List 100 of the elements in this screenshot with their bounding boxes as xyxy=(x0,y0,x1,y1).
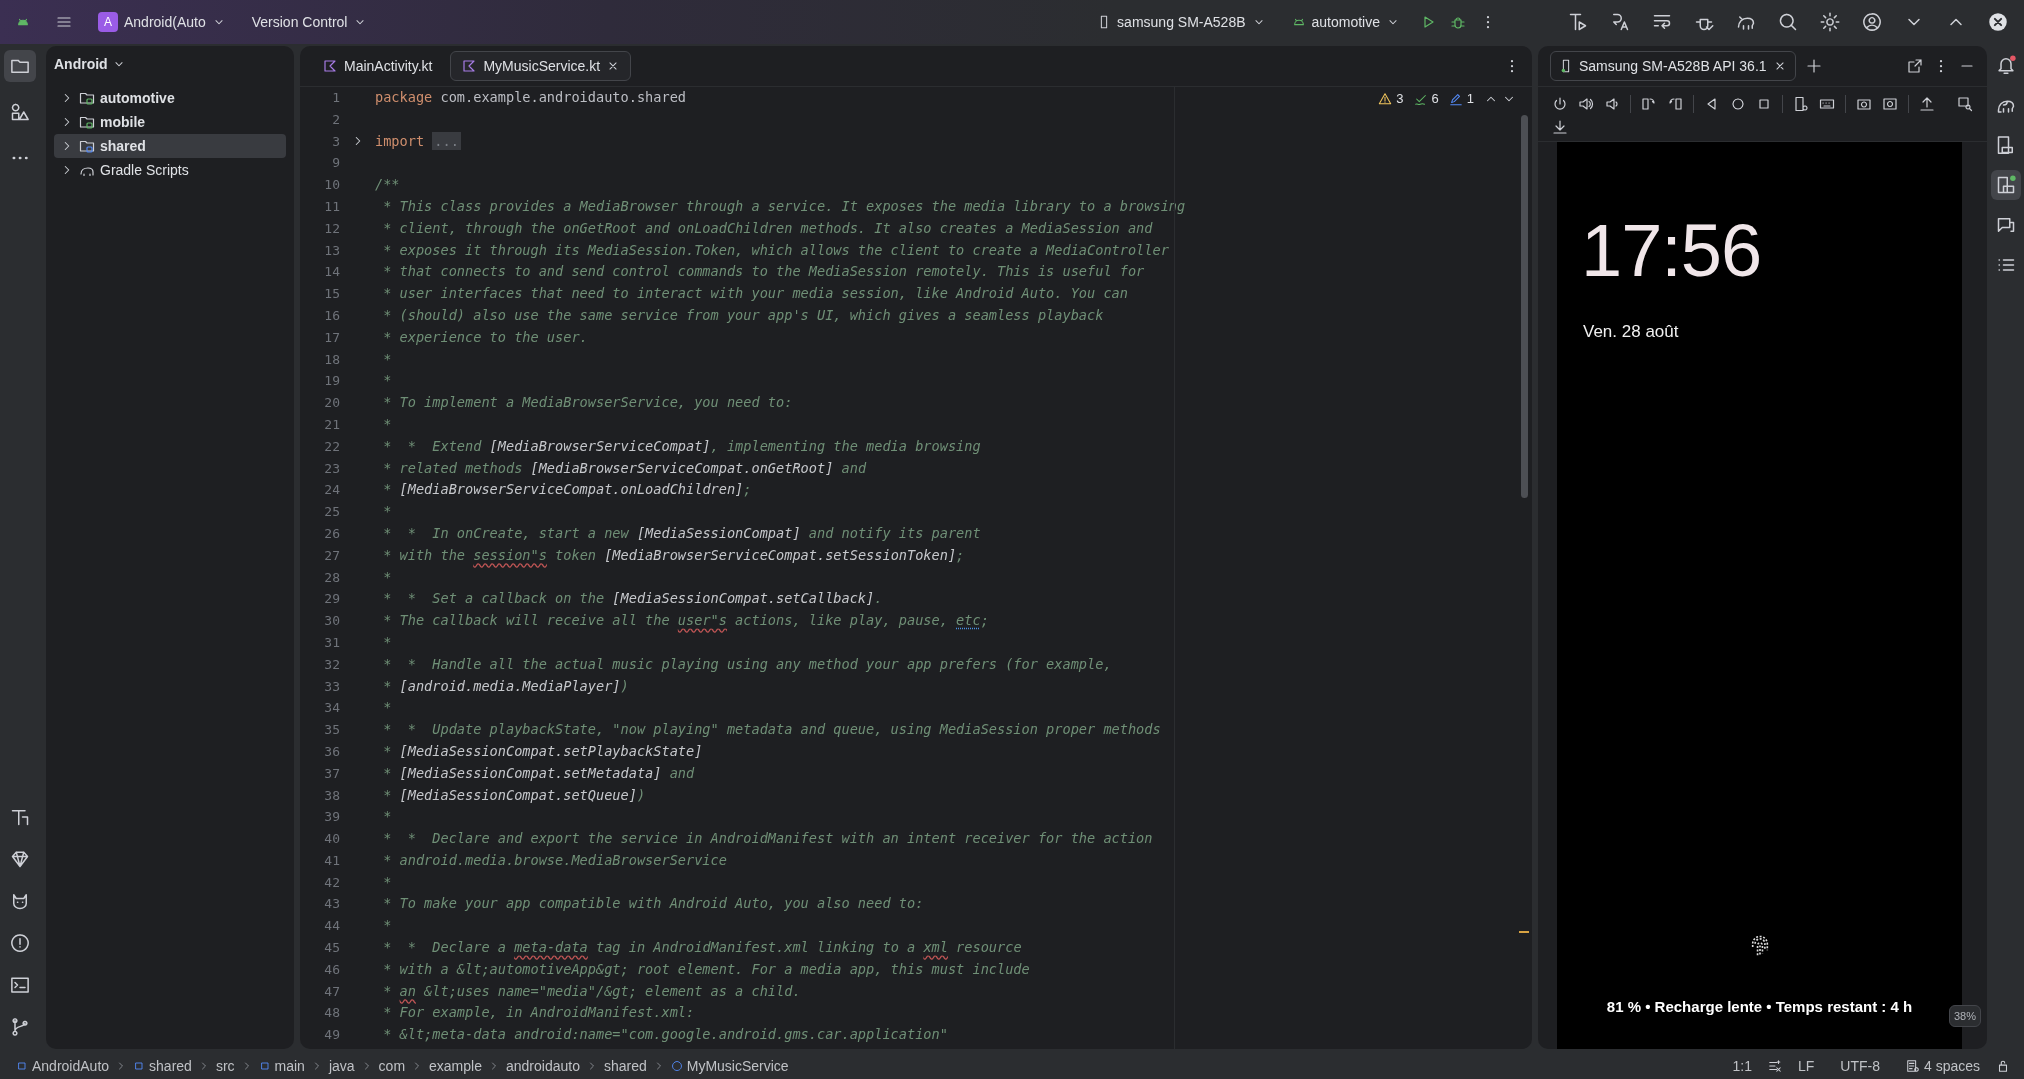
line-number: 43 xyxy=(323,895,340,914)
code-line: * xyxy=(382,567,392,587)
terminal-icon[interactable] xyxy=(10,975,30,995)
tree-item[interactable]: Gradle Scripts xyxy=(54,158,286,182)
line-number: 45 xyxy=(323,939,340,958)
code-line: * [MediaSessionCompat.setMetadata] and xyxy=(382,763,695,783)
download-icon[interactable] xyxy=(1552,119,1568,135)
camera-icon[interactable] xyxy=(1856,96,1872,112)
lines-icon[interactable] xyxy=(1652,12,1672,32)
breadcrumb[interactable]: example xyxy=(429,1058,482,1074)
power-icon[interactable] xyxy=(1552,96,1568,112)
project-selector[interactable]: A Android(Auto xyxy=(92,8,232,36)
line-number: 29 xyxy=(323,590,340,609)
close-icon[interactable] xyxy=(1988,12,2008,32)
class-icon xyxy=(670,1060,683,1072)
line-number: 24 xyxy=(323,481,340,500)
device-icon xyxy=(1995,135,2016,155)
line-number: 42 xyxy=(323,873,340,892)
cursor-position[interactable]: 1:1 xyxy=(1732,1058,1752,1074)
project-view-selector[interactable]: Android xyxy=(54,54,126,74)
tree-item[interactable]: mobile xyxy=(54,110,286,134)
chat-icon xyxy=(1995,215,2016,235)
rotate-left-icon[interactable] xyxy=(1641,96,1657,112)
keyboard-icon[interactable] xyxy=(1819,96,1835,112)
warning-count: 3 xyxy=(1396,91,1404,106)
settings-icon[interactable] xyxy=(1820,12,1840,32)
code-line: * xyxy=(382,632,392,652)
indent-setting[interactable]: 4 spaces xyxy=(1905,1058,1980,1074)
code-line: * This class provides a MediaBrowser through a service. It exposes the media library to a browsing xyxy=(382,197,1186,216)
breadcrumb[interactable]: java xyxy=(328,1058,355,1074)
lock-icon[interactable] xyxy=(1996,1059,2010,1073)
tree-item[interactable]: automotive xyxy=(54,86,286,110)
line-ending[interactable]: LF xyxy=(1797,1058,1815,1074)
add-icon[interactable] xyxy=(1805,58,1822,74)
line-number: 30 xyxy=(323,612,340,631)
line-number: 16 xyxy=(323,306,340,325)
rotate-right-icon[interactable] xyxy=(1667,96,1683,112)
breadcrumb[interactable]: shared xyxy=(133,1058,192,1074)
upload-icon[interactable] xyxy=(1919,96,1935,112)
device-manager-icon xyxy=(1995,175,2016,195)
folder-tool-button[interactable] xyxy=(4,50,36,82)
code-line: * an &lt;uses name="media"/&gt; element as a child. xyxy=(382,981,801,1001)
scrollbar[interactable] xyxy=(1521,115,1528,498)
folder-icon xyxy=(79,90,95,106)
cat-icon[interactable] xyxy=(10,891,30,911)
line-number: 2 xyxy=(331,110,340,129)
line-number: 32 xyxy=(323,655,340,674)
file-tab[interactable]: MainActivity.kt xyxy=(312,52,443,80)
tree-item-label: shared xyxy=(100,138,146,154)
breadcrumb[interactable]: src xyxy=(215,1058,235,1074)
line-number: 14 xyxy=(323,263,340,282)
external-window-icon[interactable] xyxy=(1907,58,1923,74)
find-icon[interactable] xyxy=(1957,96,1973,112)
gem-icon[interactable] xyxy=(10,849,30,869)
account-icon[interactable] xyxy=(1862,12,1882,32)
device-manager-tool-button[interactable] xyxy=(1990,170,2021,200)
tree-item[interactable]: shared xyxy=(54,134,286,158)
breadcrumb[interactable]: AndroidAuto xyxy=(16,1058,110,1074)
search-icon[interactable] xyxy=(1778,12,1798,32)
line-number: 33 xyxy=(323,677,340,696)
debug-icon[interactable] xyxy=(1450,14,1466,30)
run-configuration-selector[interactable]: automotive xyxy=(1285,10,1406,34)
breadcrumb[interactable]: androidauto xyxy=(505,1058,580,1074)
overview-icon[interactable] xyxy=(1756,96,1772,112)
breadcrumb[interactable]: main xyxy=(258,1058,305,1074)
device-tab[interactable]: Samsung SM-A528B API 36.1 xyxy=(1550,51,1796,81)
code-line: * To make your app compatible with Android Auto, you also need to: xyxy=(382,894,924,914)
pen-icon xyxy=(1448,91,1463,106)
device-settings-icon[interactable] xyxy=(1793,96,1809,112)
alert-icon[interactable] xyxy=(10,933,30,953)
build-icon[interactable] xyxy=(1568,12,1588,32)
git-branch-icon[interactable] xyxy=(10,1017,30,1037)
line-number: 17 xyxy=(323,328,340,347)
text-tool-icon[interactable] xyxy=(10,807,30,827)
record-icon[interactable] xyxy=(1882,96,1898,112)
ai-icon[interactable] xyxy=(1767,1059,1782,1073)
code-line: * xyxy=(382,502,392,522)
file-encoding[interactable]: UTF-8 xyxy=(1840,1058,1880,1074)
code-line: * xyxy=(382,698,392,718)
breadcrumb[interactable]: shared xyxy=(603,1058,647,1074)
code-line: * * Declare and export the service in AndroidManifest with an intent receiver for the action xyxy=(382,829,1153,849)
line-number: 23 xyxy=(323,459,340,478)
menu-icon[interactable] xyxy=(56,14,72,30)
device-selector[interactable]: samsung SM-A528B xyxy=(1091,10,1272,34)
breadcrumb[interactable]: MyMusicService xyxy=(670,1058,789,1074)
file-tab[interactable]: MyMusicService.kt xyxy=(450,51,632,81)
code-line: * xyxy=(382,371,392,391)
translate-icon[interactable] xyxy=(1610,12,1630,32)
volume-down-icon[interactable] xyxy=(1604,96,1620,112)
line-number: 19 xyxy=(323,372,340,391)
code-line: * * Extend [MediaBrowserServiceCompat], implementing the media browsing xyxy=(382,436,981,456)
volume-up-icon[interactable] xyxy=(1578,96,1594,112)
line-number: 37 xyxy=(323,764,340,783)
line-number: 40 xyxy=(323,830,340,849)
version-control-menu[interactable]: Version Control xyxy=(245,10,374,34)
clock: 17:56 xyxy=(1580,214,1763,288)
breadcrumb[interactable]: com xyxy=(378,1058,406,1074)
home-icon[interactable] xyxy=(1730,96,1746,112)
code-line: * For example, in AndroidManifest.xml: xyxy=(382,1003,695,1023)
code-line: * * Declare a meta-data tag in AndroidManifest.xml linking to a xml resource xyxy=(382,938,1022,958)
